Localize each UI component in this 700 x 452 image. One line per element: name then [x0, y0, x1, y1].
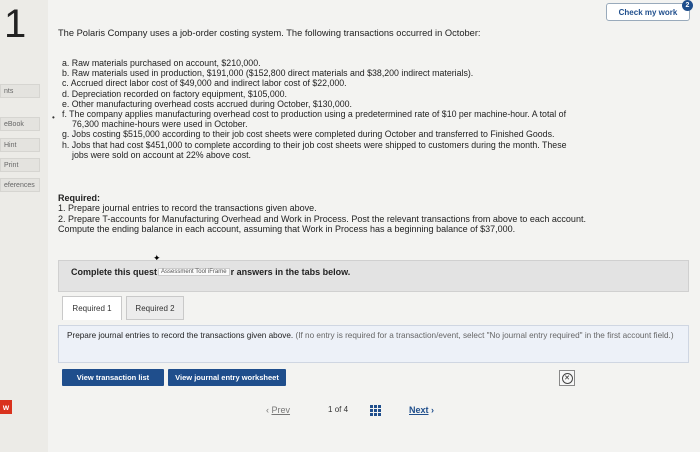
transaction-g: g. Jobs costing $515,000 according to th…	[62, 129, 555, 140]
transaction-h: h. Jobs that had cost $451,000 to comple…	[62, 139, 567, 150]
next-button[interactable]: Next ›	[409, 405, 434, 415]
transaction-e: e. Other manufacturing overhead costs ac…	[62, 98, 352, 109]
view-transaction-list-button[interactable]: View transaction list	[62, 369, 164, 386]
tab-required-2[interactable]: Required 2	[126, 296, 184, 320]
instruction-note: (If no entry is required for a transacti…	[295, 331, 674, 340]
transaction-b: b. Raw materials used in production, $19…	[62, 68, 474, 79]
tab-required-1[interactable]: Required 1	[62, 296, 122, 320]
transaction-d: d. Depreciation recorded on factory equi…	[62, 88, 287, 99]
left-rail: 1 nts eBook Hint Print eferences w	[0, 0, 48, 452]
instruction-text: Prepare journal entries to record the tr…	[67, 331, 294, 340]
close-icon[interactable]: ✕	[559, 370, 575, 386]
check-my-work-button[interactable]: Check my work	[606, 3, 690, 21]
required-line-1: 1. Prepare journal entries to record the…	[58, 203, 317, 214]
w-logo-icon: w	[0, 400, 12, 414]
instruction-box: Prepare journal entries to record the tr…	[58, 325, 689, 363]
rail-item-points: nts	[0, 84, 40, 98]
transaction-c: c. Accrued direct labor cost of $49,000 …	[62, 78, 347, 89]
bullet-icon: •	[52, 113, 55, 122]
iframe-tooltip: Assessment Tool iFrame	[158, 268, 230, 276]
view-journal-worksheet-button[interactable]: View journal entry worksheet	[168, 369, 286, 386]
transaction-list: a. Raw materials purchased on account, $…	[62, 58, 672, 160]
required-line-3: Compute the ending balance in each accou…	[58, 224, 516, 235]
transaction-a: a. Raw materials purchased on account, $…	[62, 58, 261, 68]
check-count-badge: 2	[682, 0, 693, 11]
grid-icon[interactable]	[370, 405, 381, 416]
problem-intro: The Polaris Company uses a job-order cos…	[58, 28, 481, 38]
required-line-2: 2. Prepare T-accounts for Manufacturing …	[58, 213, 586, 224]
rail-item-ebook[interactable]: eBook	[0, 117, 40, 131]
rail-item-references[interactable]: eferences	[0, 178, 40, 192]
prev-button[interactable]: ‹ Prev	[266, 405, 290, 415]
required-heading: Required:	[58, 193, 101, 203]
rail-item-hint[interactable]: Hint	[0, 138, 40, 152]
panel-instruction: Complete this quest Assessment Tool iFra…	[71, 267, 351, 277]
required-section: Required: 1. Prepare journal entries to …	[58, 193, 586, 235]
transaction-f-cont: 76,300 machine-hours were used in Octobe…	[72, 119, 248, 130]
question-number: 1	[4, 2, 27, 46]
transaction-f: f. The company applies manufacturing ove…	[62, 109, 567, 120]
assessment-panel: Complete this quest Assessment Tool iFra…	[58, 260, 689, 292]
page-indicator: 1 of 4	[328, 405, 349, 414]
transaction-h-cont: jobs were sold on account at 22% above c…	[72, 149, 251, 160]
rail-item-print[interactable]: Print	[0, 158, 40, 172]
